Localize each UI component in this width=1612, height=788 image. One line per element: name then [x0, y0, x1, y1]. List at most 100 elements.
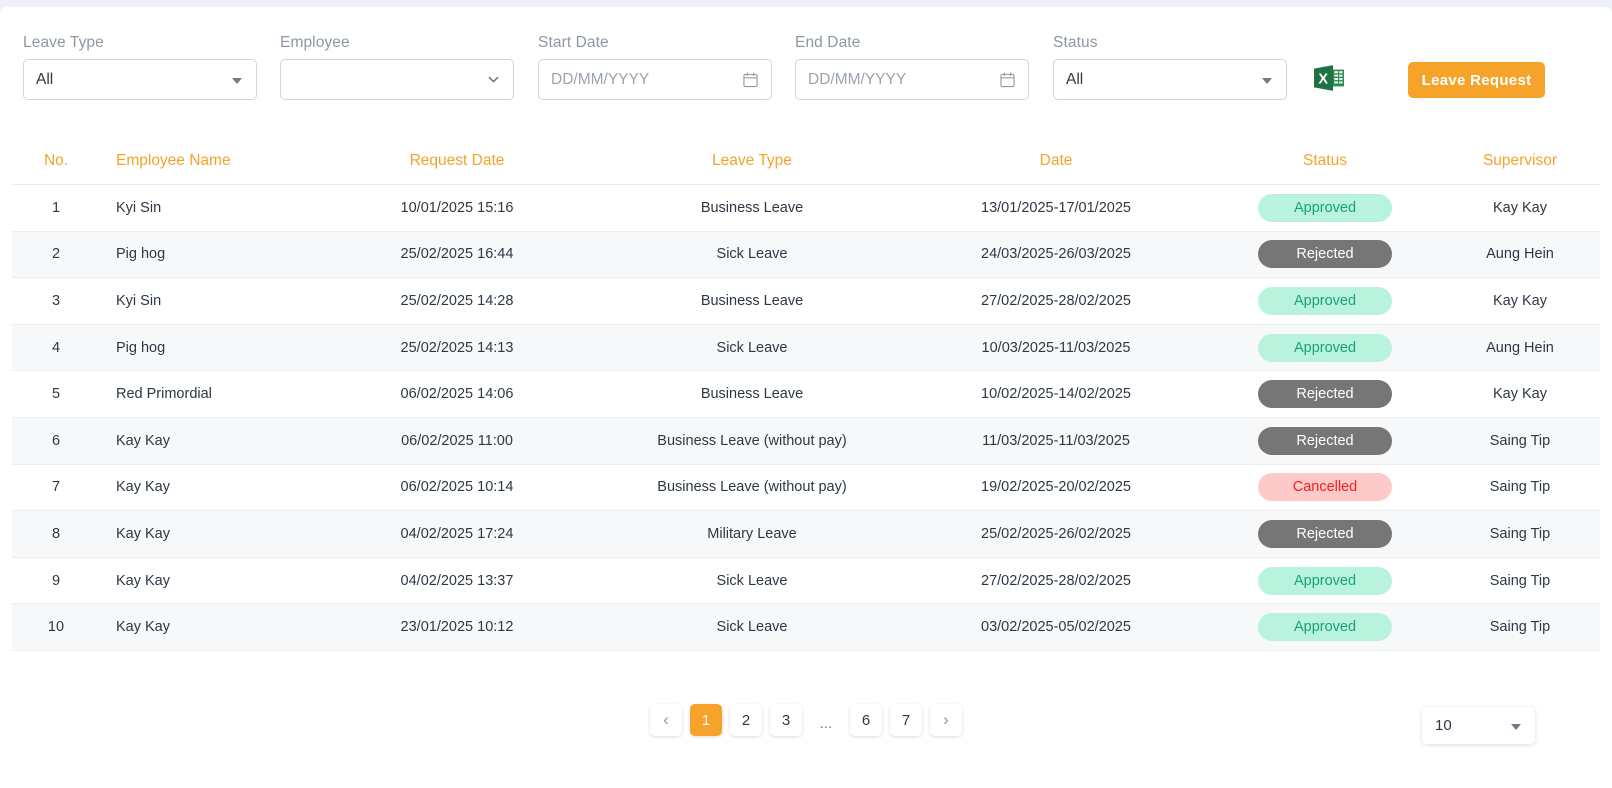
cell-employee-name: Kyi Sin: [100, 185, 312, 232]
content-card: Leave Type All Employee Start Date: [0, 7, 1612, 788]
table-row[interactable]: 8Kay Kay04/02/2025 17:24Military Leave25…: [12, 511, 1600, 558]
status-badge[interactable]: Rejected: [1258, 380, 1392, 408]
cell-no: 8: [12, 511, 100, 558]
cell-leave-type: Business Leave: [602, 185, 902, 232]
cell-no: 7: [12, 464, 100, 511]
cell-no: 2: [12, 231, 100, 278]
pagination-page-3[interactable]: 3: [770, 704, 802, 736]
cell-date: 11/03/2025-11/03/2025: [902, 417, 1210, 464]
table-row[interactable]: 5Red Primordial06/02/2025 14:06Business …: [12, 371, 1600, 418]
table-row[interactable]: 4Pig hog25/02/2025 14:13Sick Leave10/03/…: [12, 324, 1600, 371]
cell-date: 25/02/2025-26/02/2025: [902, 511, 1210, 558]
cell-leave-type: Sick Leave: [602, 324, 902, 371]
status-badge[interactable]: Approved: [1258, 287, 1392, 315]
pagination-page-6[interactable]: 6: [850, 704, 882, 736]
table-body: 1Kyi Sin10/01/2025 15:16Business Leave13…: [12, 185, 1600, 651]
leave-request-table: No. Employee Name Request Date Leave Typ…: [12, 140, 1600, 651]
cell-date: 03/02/2025-05/02/2025: [902, 604, 1210, 651]
end-date-label: End Date: [795, 34, 1029, 52]
employee-select[interactable]: [280, 59, 514, 100]
pagination-next-button[interactable]: ›: [930, 704, 962, 736]
pagination-page-7[interactable]: 7: [890, 704, 922, 736]
start-date-field[interactable]: DD/MM/YYYY: [538, 59, 772, 100]
cell-employee-name: Pig hog: [100, 231, 312, 278]
pagination-page-2[interactable]: 2: [730, 704, 762, 736]
calendar-icon[interactable]: [1000, 72, 1015, 88]
cell-leave-type: Military Leave: [602, 511, 902, 558]
pagination-prev-button[interactable]: ‹: [650, 704, 682, 736]
table-row[interactable]: 3Kyi Sin25/02/2025 14:28Business Leave27…: [12, 278, 1600, 325]
table-row[interactable]: 2Pig hog25/02/2025 16:44Sick Leave24/03/…: [12, 231, 1600, 278]
cell-status: Approved: [1210, 604, 1440, 651]
leave-request-page: Leave Type All Employee Start Date: [0, 0, 1612, 788]
page-size-select[interactable]: 10: [1422, 707, 1535, 744]
table-row[interactable]: 1Kyi Sin10/01/2025 15:16Business Leave13…: [12, 185, 1600, 232]
status-badge[interactable]: Rejected: [1258, 427, 1392, 455]
start-date-placeholder: DD/MM/YYYY: [551, 71, 649, 89]
table-row[interactable]: 10Kay Kay23/01/2025 10:12Sick Leave03/02…: [12, 604, 1600, 651]
cell-request-date: 25/02/2025 14:13: [312, 324, 602, 371]
cell-leave-type: Business Leave (without pay): [602, 417, 902, 464]
end-date-placeholder: DD/MM/YYYY: [808, 71, 906, 89]
cell-employee-name: Pig hog: [100, 324, 312, 371]
chevron-down-icon: [488, 74, 499, 85]
cell-supervisor: Aung Hein: [1440, 324, 1600, 371]
cell-request-date: 06/02/2025 14:06: [312, 371, 602, 418]
status-label: Status: [1053, 34, 1287, 52]
cell-leave-type: Sick Leave: [602, 231, 902, 278]
end-date-field[interactable]: DD/MM/YYYY: [795, 59, 1029, 100]
cell-request-date: 25/02/2025 14:28: [312, 278, 602, 325]
page-size-value: 10: [1435, 717, 1452, 734]
leave-type-select[interactable]: All: [23, 59, 257, 100]
column-header-request-date: Request Date: [312, 140, 602, 185]
status-select[interactable]: All: [1053, 59, 1287, 100]
filter-leave-type: Leave Type All: [23, 34, 257, 100]
table-row[interactable]: 9Kay Kay04/02/2025 13:37Sick Leave27/02/…: [12, 557, 1600, 604]
cell-date: 27/02/2025-28/02/2025: [902, 278, 1210, 325]
filter-end-date: End Date DD/MM/YYYY: [795, 34, 1029, 100]
cell-employee-name: Kay Kay: [100, 511, 312, 558]
cell-request-date: 06/02/2025 10:14: [312, 464, 602, 511]
status-badge[interactable]: Rejected: [1258, 240, 1392, 268]
status-badge[interactable]: Approved: [1258, 567, 1392, 595]
cell-date: 19/02/2025-20/02/2025: [902, 464, 1210, 511]
status-badge[interactable]: Approved: [1258, 613, 1392, 641]
table-row[interactable]: 6Kay Kay06/02/2025 11:00Business Leave (…: [12, 417, 1600, 464]
cell-no: 5: [12, 371, 100, 418]
chevron-down-icon: [1262, 78, 1272, 84]
cell-status: Rejected: [1210, 511, 1440, 558]
cell-supervisor: Saing Tip: [1440, 557, 1600, 604]
column-header-no: No.: [12, 140, 100, 185]
cell-employee-name: Kay Kay: [100, 464, 312, 511]
cell-status: Rejected: [1210, 231, 1440, 278]
column-header-supervisor: Supervisor: [1440, 140, 1600, 185]
table-header-row: No. Employee Name Request Date Leave Typ…: [12, 140, 1600, 185]
calendar-icon[interactable]: [743, 72, 758, 88]
status-badge[interactable]: Rejected: [1258, 520, 1392, 548]
leave-request-button[interactable]: Leave Request: [1408, 62, 1545, 98]
column-header-employee-name: Employee Name: [100, 140, 312, 185]
cell-no: 4: [12, 324, 100, 371]
svg-text:X: X: [1318, 71, 1328, 87]
cell-request-date: 04/02/2025 17:24: [312, 511, 602, 558]
pagination-page-1[interactable]: 1: [690, 704, 722, 736]
cell-supervisor: Saing Tip: [1440, 604, 1600, 651]
cell-supervisor: Saing Tip: [1440, 417, 1600, 464]
cell-date: 13/01/2025-17/01/2025: [902, 185, 1210, 232]
table-row[interactable]: 7Kay Kay06/02/2025 10:14Business Leave (…: [12, 464, 1600, 511]
status-badge[interactable]: Cancelled: [1258, 473, 1392, 501]
cell-employee-name: Kyi Sin: [100, 278, 312, 325]
status-badge[interactable]: Approved: [1258, 194, 1392, 222]
column-header-date: Date: [902, 140, 1210, 185]
status-value: All: [1066, 71, 1083, 89]
filter-bar: Leave Type All Employee Start Date: [0, 7, 1612, 125]
excel-export-icon[interactable]: X: [1312, 61, 1346, 95]
cell-request-date: 25/02/2025 16:44: [312, 231, 602, 278]
cell-status: Approved: [1210, 185, 1440, 232]
cell-no: 3: [12, 278, 100, 325]
cell-supervisor: Kay Kay: [1440, 185, 1600, 232]
cell-supervisor: Kay Kay: [1440, 371, 1600, 418]
leave-type-value: All: [36, 71, 53, 89]
pagination: ‹123...67›: [0, 704, 1612, 736]
status-badge[interactable]: Approved: [1258, 334, 1392, 362]
